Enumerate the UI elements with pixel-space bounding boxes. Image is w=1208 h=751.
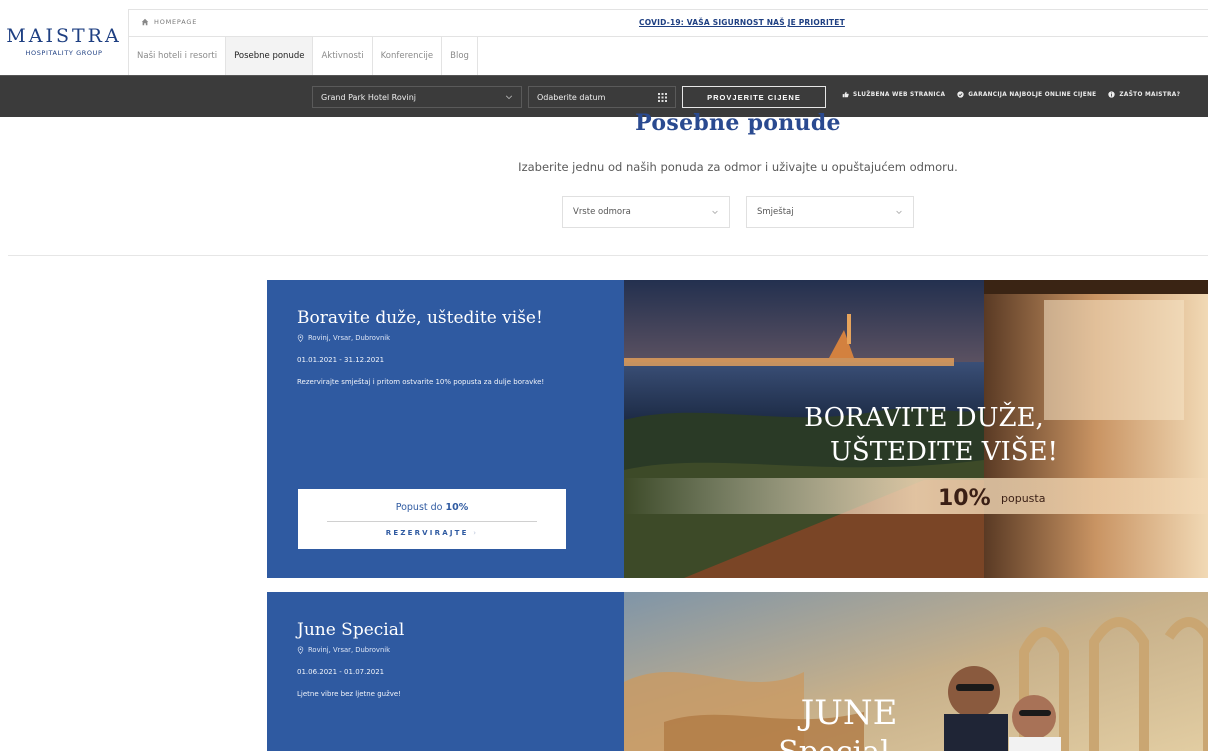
thumbs-up-icon [842,91,849,98]
offer-description: Rezervirajte smještaj i pritom ostvarite… [297,378,545,386]
book-now-label: REZERVIRAJTE [385,529,469,537]
offer-details: June Special Rovinj, Vrsar, Dubrovnik 01… [297,620,617,698]
best-price-guarantee-link[interactable]: GARANCIJA NAJBOLJE ONLINE CIJENE [957,91,1096,98]
promo-discount: Popust do 10% [298,502,566,513]
covid-info-link[interactable]: COVID-19: VAŠA SIGURNOST NAŠ JE PRIORITE… [639,18,845,27]
book-now-button[interactable]: REZERVIRAJTE › [298,529,566,537]
page: MAISTRA HOSPITALITY GROUP HOMEPAGE COVID… [0,0,1208,751]
offer-card[interactable]: June Special Rovinj, Vrsar, Dubrovnik 01… [267,592,1208,751]
chevron-right-icon: › [473,529,479,537]
why-maistra-link[interactable]: ZAŠTO MAISTRA? [1108,91,1180,98]
offer-locations: Rovinj, Vrsar, Dubrovnik [297,334,617,342]
date-picker[interactable]: Odaberite datum [528,86,676,108]
nav-item-activities[interactable]: Aktivnosti [313,37,373,75]
official-website-link[interactable]: SLUŽBENA WEB STRANICA [842,91,945,98]
offer-title[interactable]: Boravite duže, uštedite više! [297,308,617,328]
breadcrumb-home-label: HOMEPAGE [154,18,198,26]
offer-image-june-special[interactable]: JUNE Special [624,592,1208,751]
offer-dates: 01.06.2021 - 01.07.2021 [297,668,385,676]
accommodation-filter[interactable]: Smještaj [746,196,914,228]
accommodation-filter-label: Smještaj [757,207,794,217]
nav-item-conferences[interactable]: Konferencije [373,37,443,75]
best-price-guarantee-label: GARANCIJA NAJBOLJE ONLINE CIJENE [968,91,1097,98]
hotel-select-value: Grand Park Hotel Rovinj [321,92,416,102]
official-website-label: SLUŽBENA WEB STRANICA [853,91,946,98]
image-headline-line1: BORAVITE DUŽE, [804,401,1044,433]
promo-divider [327,521,537,522]
page-title: Posebne ponude [635,110,841,136]
nav-item-blog[interactable]: Blog [442,37,478,75]
top-bar: HOMEPAGE COVID-19: VAŠA SIGURNOST NAŠ JE… [128,9,1208,37]
offer-locations-text: Rovinj, Vrsar, Dubrovnik [308,334,391,342]
holiday-type-filter[interactable]: Vrste odmora [562,196,730,228]
nav-item-special-offers[interactable]: Posebne ponude [226,37,314,75]
promo-box: Popust do 10% REZERVIRAJTE › [298,489,566,549]
main-nav: Naši hoteli i resorti Posebne ponude Akt… [128,37,478,75]
offer-details: Boravite duže, uštedite više! Rovinj, Vr… [297,308,617,386]
check-prices-button[interactable]: PROVJERITE CIJENE [682,86,826,108]
offer-title[interactable]: June Special [297,620,617,640]
calendar-grid-icon [658,92,667,102]
check-circle-icon [957,91,964,98]
chevron-down-icon [505,95,513,100]
image-discount-value: 10% [938,486,991,511]
logo-wordmark: MAISTRA [6,24,122,47]
promo-value: 10% [445,502,469,513]
why-maistra-label: ZAŠTO MAISTRA? [1119,91,1181,98]
nav-item-hotels[interactable]: Naši hoteli i resorti [129,37,227,75]
hotel-select[interactable]: Grand Park Hotel Rovinj [312,86,522,108]
offer-card[interactable]: Boravite duže, uštedite više! Rovinj, Vr… [267,280,1208,578]
holiday-type-filter-label: Vrste odmora [573,207,631,217]
location-pin-icon [297,646,304,654]
image-headline-line2: Special [778,735,889,751]
logo-subtitle: HOSPITALITY GROUP [25,48,103,57]
home-icon [141,18,149,26]
chevron-down-icon [712,210,718,215]
info-icon [1108,91,1116,98]
location-pin-icon [297,334,304,342]
offer-description: Ljetne vibre bez ljetne gužve! [297,690,402,698]
offer-locations: Rovinj, Vrsar, Dubrovnik [297,646,617,654]
image-headline-line2: UŠTEDITE VIŠE! [830,435,1058,467]
page-subtitle: Izaberite jednu od naših ponuda za odmor… [518,160,958,174]
booking-benefits: SLUŽBENA WEB STRANICA GARANCIJA NAJBOLJE… [842,91,1180,98]
breadcrumb[interactable]: HOMEPAGE [141,18,197,26]
promo-prefix: Popust do [395,502,443,513]
offer-dates: 01.01.2021 - 31.12.2021 [297,356,385,364]
chevron-down-icon [896,210,902,215]
image-headline-line1: JUNE [798,693,898,733]
maistra-logo[interactable]: MAISTRA HOSPITALITY GROUP [0,0,128,75]
offer-locations-text: Rovinj, Vrsar, Dubrovnik [308,646,391,654]
offer-image-rovinj-terrace[interactable]: BORAVITE DUŽE, UŠTEDITE VIŠE! 10% popust… [624,280,1208,578]
image-discount-word: popusta [1001,492,1045,505]
section-divider [8,255,1208,256]
date-picker-placeholder: Odaberite datum [537,92,606,102]
